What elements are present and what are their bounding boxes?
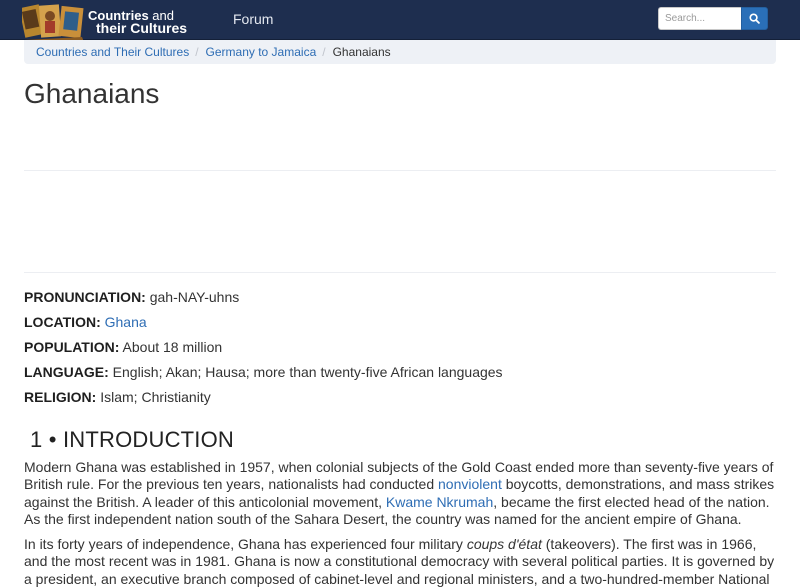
breadcrumb-separator: / — [322, 45, 326, 59]
fact-population: POPULATION: About 18 million — [24, 337, 776, 362]
fact-language: LANGUAGE: English; Akan; Hausa; more tha… — [24, 362, 776, 387]
fact-label: POPULATION: — [24, 339, 120, 355]
divider — [24, 170, 776, 171]
breadcrumb-current: Ghanaians — [332, 45, 391, 59]
fact-label: PRONUNCIATION: — [24, 289, 146, 305]
fact-value: gah-NAY-uhns — [149, 289, 240, 305]
fact-value: About 18 million — [122, 339, 223, 355]
facts-list: PRONUNCIATION: gah-NAY-uhns LOCATION: Gh… — [24, 287, 776, 412]
fact-location: LOCATION: Ghana — [24, 312, 776, 337]
breadcrumb-separator: / — [195, 45, 199, 59]
section-heading-introduction: 1 • INTRODUCTION — [30, 427, 235, 452]
intro-paragraph-2: In its forty years of independence, Ghan… — [24, 536, 775, 587]
page-title: Ghanaians — [24, 78, 160, 109]
breadcrumb-link-germany-to-jamaica[interactable]: Germany to Jamaica — [206, 45, 317, 59]
logo-text: Countries and their Cultures — [88, 8, 188, 36]
location-link[interactable]: Ghana — [105, 314, 147, 330]
nav-forum-link[interactable]: Forum — [233, 11, 273, 27]
fact-label: LANGUAGE: — [24, 364, 109, 380]
intro-paragraph-1: Modern Ghana was established in 1957, wh… — [24, 459, 775, 528]
link-nonviolent[interactable]: nonviolent — [438, 476, 502, 492]
divider — [24, 272, 776, 273]
fact-label: RELIGION: — [24, 389, 97, 405]
fact-label: LOCATION: — [24, 314, 101, 330]
fact-religion: RELIGION: Islam; Christianity — [24, 387, 776, 412]
search-button[interactable] — [741, 7, 768, 30]
search-icon — [749, 13, 760, 24]
breadcrumb: Countries and Their Cultures / Germany to … — [24, 40, 776, 64]
fact-value: English; Akan; Hausa; more than twenty-f… — [112, 364, 503, 380]
top-navbar: Countries and their Cultures Forum — [0, 0, 800, 44]
site-logo[interactable]: Countries and their Cultures — [22, 4, 222, 44]
link-kwame-nkrumah[interactable]: Kwame Nkrumah — [386, 494, 493, 510]
fact-value: Islam; Christianity — [100, 389, 211, 405]
logo-artwork — [22, 4, 84, 44]
fact-pronunciation: PRONUNCIATION: gah-NAY-uhns — [24, 287, 776, 312]
search-input[interactable] — [658, 7, 742, 30]
search-form — [658, 7, 768, 30]
breadcrumb-link-countries[interactable]: Countries and Their Cultures — [36, 45, 189, 59]
